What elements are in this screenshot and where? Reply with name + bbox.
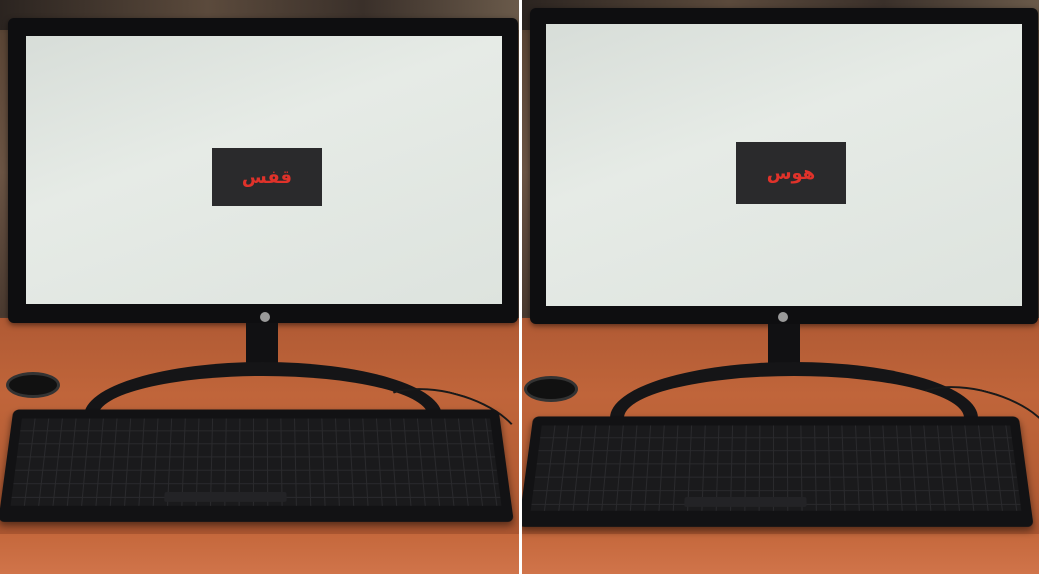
spacebar xyxy=(684,497,807,507)
monitor-screen: هوس xyxy=(546,24,1022,306)
word-box: قفس xyxy=(212,148,322,206)
monitor-logo-icon xyxy=(260,312,270,322)
keyboard xyxy=(0,409,514,522)
monitor: قفس xyxy=(8,18,518,323)
monitor: هوس xyxy=(530,8,1038,324)
spacebar xyxy=(164,491,287,502)
keyboard xyxy=(522,416,1034,527)
left-photo: قفس xyxy=(0,0,519,574)
screen-word: هوس xyxy=(766,162,816,184)
right-photo: هوس xyxy=(522,0,1039,574)
monitor-logo-icon xyxy=(778,312,788,322)
monitor-screen: قفس xyxy=(26,36,502,304)
screen-word: قفس xyxy=(241,166,293,188)
desk-grommet xyxy=(524,376,578,402)
desk-edge xyxy=(0,534,519,574)
word-box: هوس xyxy=(736,142,846,204)
desk-edge xyxy=(522,534,1039,574)
desk-grommet xyxy=(6,372,60,398)
